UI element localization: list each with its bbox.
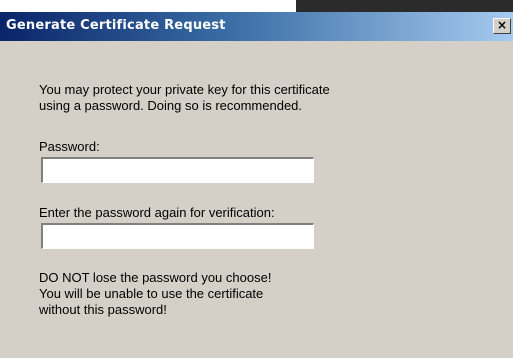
dialog-title: Generate Certificate Request <box>6 18 226 33</box>
close-icon: × <box>496 18 508 32</box>
confirm-password-label: Enter the password again for verificatio… <box>39 205 275 220</box>
intro-text-line1: You may protect your private key for thi… <box>39 82 330 97</box>
certificate-request-dialog: Generate Certificate Request × You may p… <box>0 12 513 358</box>
dialog-titlebar[interactable]: Generate Certificate Request × <box>0 12 513 41</box>
warning-text-line3: without this password! <box>39 302 167 317</box>
password-label: Password: <box>39 139 100 154</box>
intro-text-line2: using a password. Doing so is recommende… <box>39 98 303 113</box>
warning-text-line2: You will be unable to use the certificat… <box>39 286 264 301</box>
warning-text-line1: DO NOT lose the password you choose! <box>39 270 272 285</box>
password-input[interactable] <box>41 157 314 183</box>
confirm-password-input[interactable] <box>41 223 314 249</box>
close-button[interactable]: × <box>493 18 511 34</box>
